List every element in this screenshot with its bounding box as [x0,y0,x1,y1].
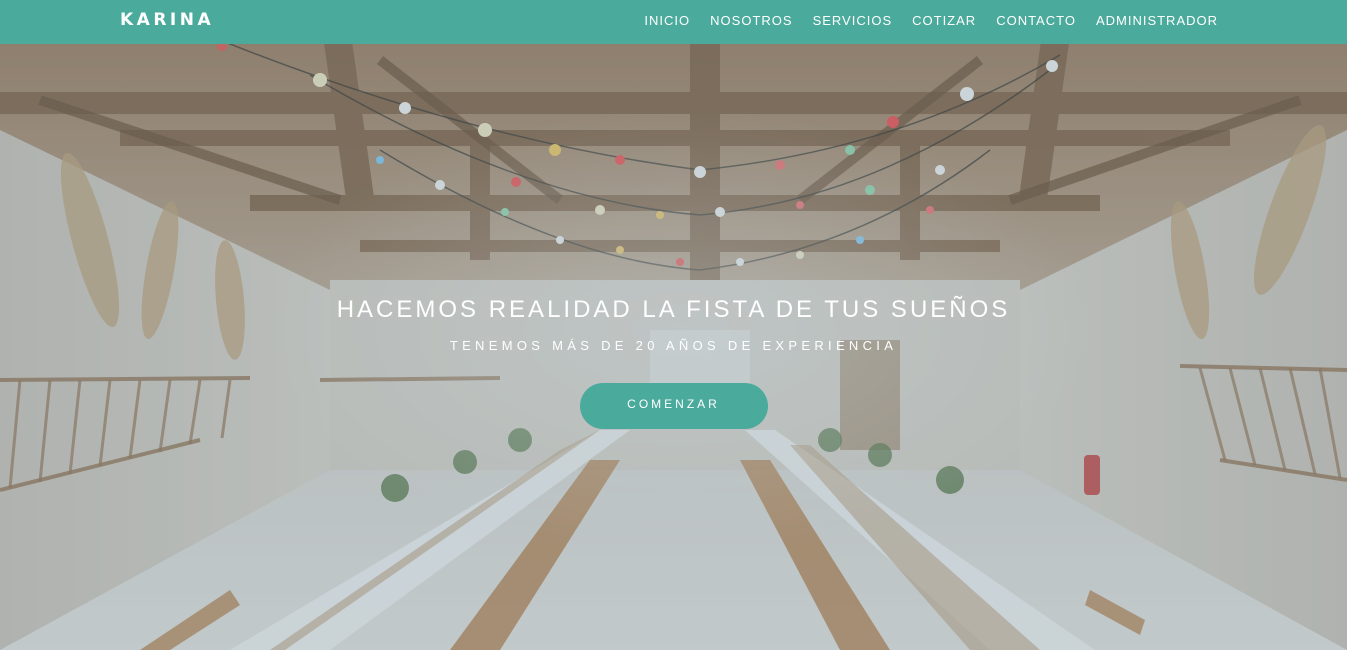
nav-link-inicio[interactable]: INICIO [644,13,690,33]
nav-link-administrador[interactable]: ADMINISTRADOR [1096,13,1218,33]
navbar: KARINA INICIO NOSOTROS SERVICIOS COTIZAR… [0,0,1347,44]
nav-item-nosotros: NOSOTROS [710,12,792,33]
nav-link-nosotros[interactable]: NOSOTROS [710,13,792,33]
hero-title: HACEMOS REALIDAD LA FISTA DE TUS SUEÑOS [336,296,1011,323]
nav-item-administrador: ADMINISTRADOR [1096,12,1218,33]
nav-item-cotizar: COTIZAR [912,12,976,33]
nav-menu: INICIO NOSOTROS SERVICIOS COTIZAR CONTAC… [624,0,1218,44]
comenzar-button[interactable]: COMENZAR [579,383,768,429]
nav-item-contacto: CONTACTO [996,12,1076,33]
nav-item-inicio: INICIO [644,12,690,33]
nav-link-contacto[interactable]: CONTACTO [996,13,1076,33]
brand-logo[interactable]: KARINA [120,10,214,30]
hero-content: HACEMOS REALIDAD LA FISTA DE TUS SUEÑOS … [0,296,1347,429]
hero-subtitle: TENEMOS MÁS DE 20 AÑOS DE EXPERIENCIA [449,338,898,353]
nav-link-servicios[interactable]: SERVICIOS [813,13,893,33]
nav-item-servicios: SERVICIOS [813,12,893,33]
landing-page: KARINA INICIO NOSOTROS SERVICIOS COTIZAR… [0,0,1347,650]
nav-link-cotizar[interactable]: COTIZAR [912,13,976,33]
